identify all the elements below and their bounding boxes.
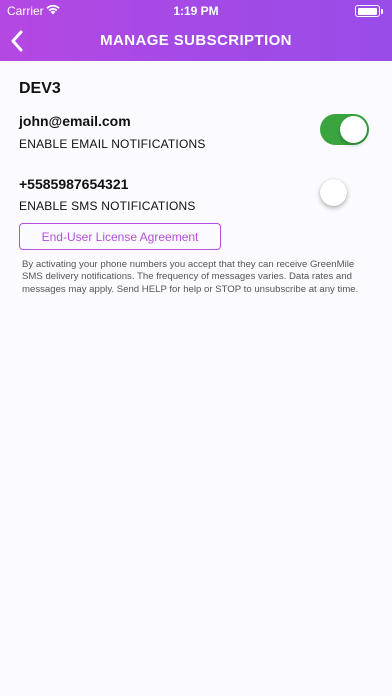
email-address: john@email.com (19, 113, 131, 129)
phone-number: +5585987654321 (19, 176, 129, 192)
sms-disclaimer-text: By activating your phone numbers you acc… (22, 259, 359, 295)
toggle-knob (320, 179, 347, 206)
header-bar: Carrier 1:19 PM MANAGE SUBSCRIPTION (0, 0, 392, 61)
navigation-bar: MANAGE SUBSCRIPTION (0, 22, 392, 61)
eula-button[interactable]: End-User License Agreement (19, 223, 221, 250)
battery-cap-icon (381, 9, 383, 14)
sms-notifications-toggle[interactable] (320, 177, 369, 208)
battery-level-fill (357, 7, 377, 15)
device-name: DEV3 (19, 80, 61, 97)
status-bar: Carrier 1:19 PM (0, 0, 392, 22)
email-notifications-label: ENABLE EMAIL NOTIFICATIONS (19, 137, 206, 151)
page-title: MANAGE SUBSCRIPTION (100, 32, 292, 49)
clock-time: 1:19 PM (173, 4, 219, 18)
toggle-knob (340, 116, 367, 143)
battery-icon (355, 5, 380, 17)
email-notifications-toggle[interactable] (320, 114, 369, 145)
sms-notifications-label: ENABLE SMS NOTIFICATIONS (19, 199, 196, 213)
